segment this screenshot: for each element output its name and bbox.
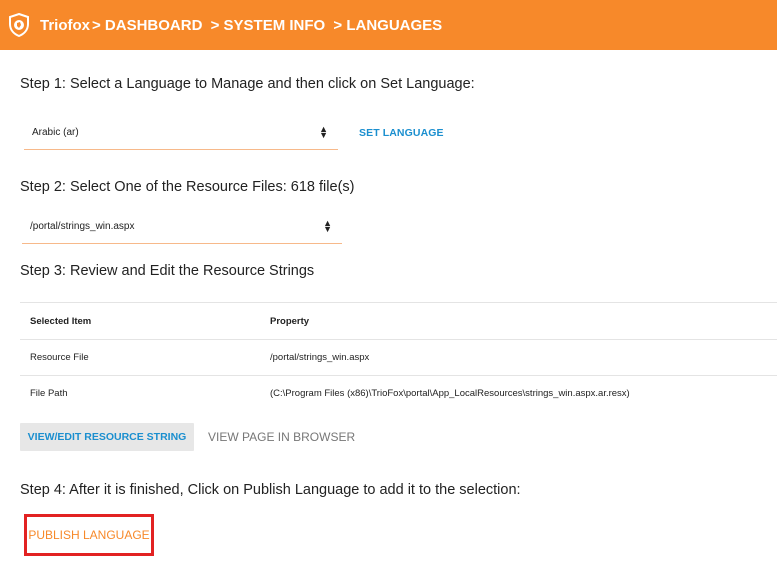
step4-instruction: Step 4: After it is finished, Click on P… (20, 482, 521, 498)
select-arrows-icon: ▲ ▼ (319, 124, 328, 140)
column-header-property: Property (260, 302, 777, 340)
table-row: File Path (C:\Program Files (x86)\TrioFo… (20, 375, 777, 411)
table-cell: /portal/strings_win.aspx (260, 339, 777, 376)
top-bar: Triofox > DASHBOARD > SYSTEM INFO > LANG… (0, 0, 777, 50)
step1-instruction: Step 1: Select a Language to Manage and … (20, 76, 475, 92)
table-cell: Resource File (20, 339, 260, 376)
brand-name[interactable]: Triofox (40, 17, 90, 34)
breadcrumb-languages: > LANGUAGES (333, 17, 443, 34)
resource-file-select[interactable]: /portal/strings_win.aspx ▲ ▼ (22, 210, 342, 244)
table-cell: (C:\Program Files (x86)\TrioFox\portal\A… (260, 375, 777, 411)
table-header-row: Selected Item Property (20, 302, 777, 340)
breadcrumb-dashboard[interactable]: > DASHBOARD (92, 17, 202, 34)
breadcrumb: > DASHBOARD > SYSTEM INFO > LANGUAGES (92, 17, 446, 34)
resource-table: Selected Item Property Resource File /po… (20, 302, 777, 411)
column-header-selected-item: Selected Item (20, 302, 260, 340)
set-language-button[interactable]: SET LANGUAGE (359, 127, 444, 139)
breadcrumb-system-info[interactable]: > SYSTEM INFO (211, 17, 326, 34)
language-select[interactable]: Arabic (ar) ▲ ▼ (24, 116, 338, 150)
table-row: Resource File /portal/strings_win.aspx (20, 339, 777, 376)
step2-instruction: Step 2: Select One of the Resource Files… (20, 179, 355, 195)
view-page-in-browser-button[interactable]: VIEW PAGE IN BROWSER (208, 430, 355, 444)
publish-language-button[interactable]: PUBLISH LANGUAGE (24, 514, 154, 556)
resource-file-select-value: /portal/strings_win.aspx (30, 221, 135, 232)
triofox-logo-icon[interactable] (8, 13, 30, 37)
select-arrows-icon: ▲ ▼ (323, 218, 332, 234)
step3-instruction: Step 3: Review and Edit the Resource Str… (20, 263, 315, 279)
language-select-value: Arabic (ar) (32, 127, 79, 138)
view-edit-resource-string-button[interactable]: VIEW/EDIT RESOURCE STRING (20, 423, 194, 451)
table-cell: File Path (20, 375, 260, 411)
